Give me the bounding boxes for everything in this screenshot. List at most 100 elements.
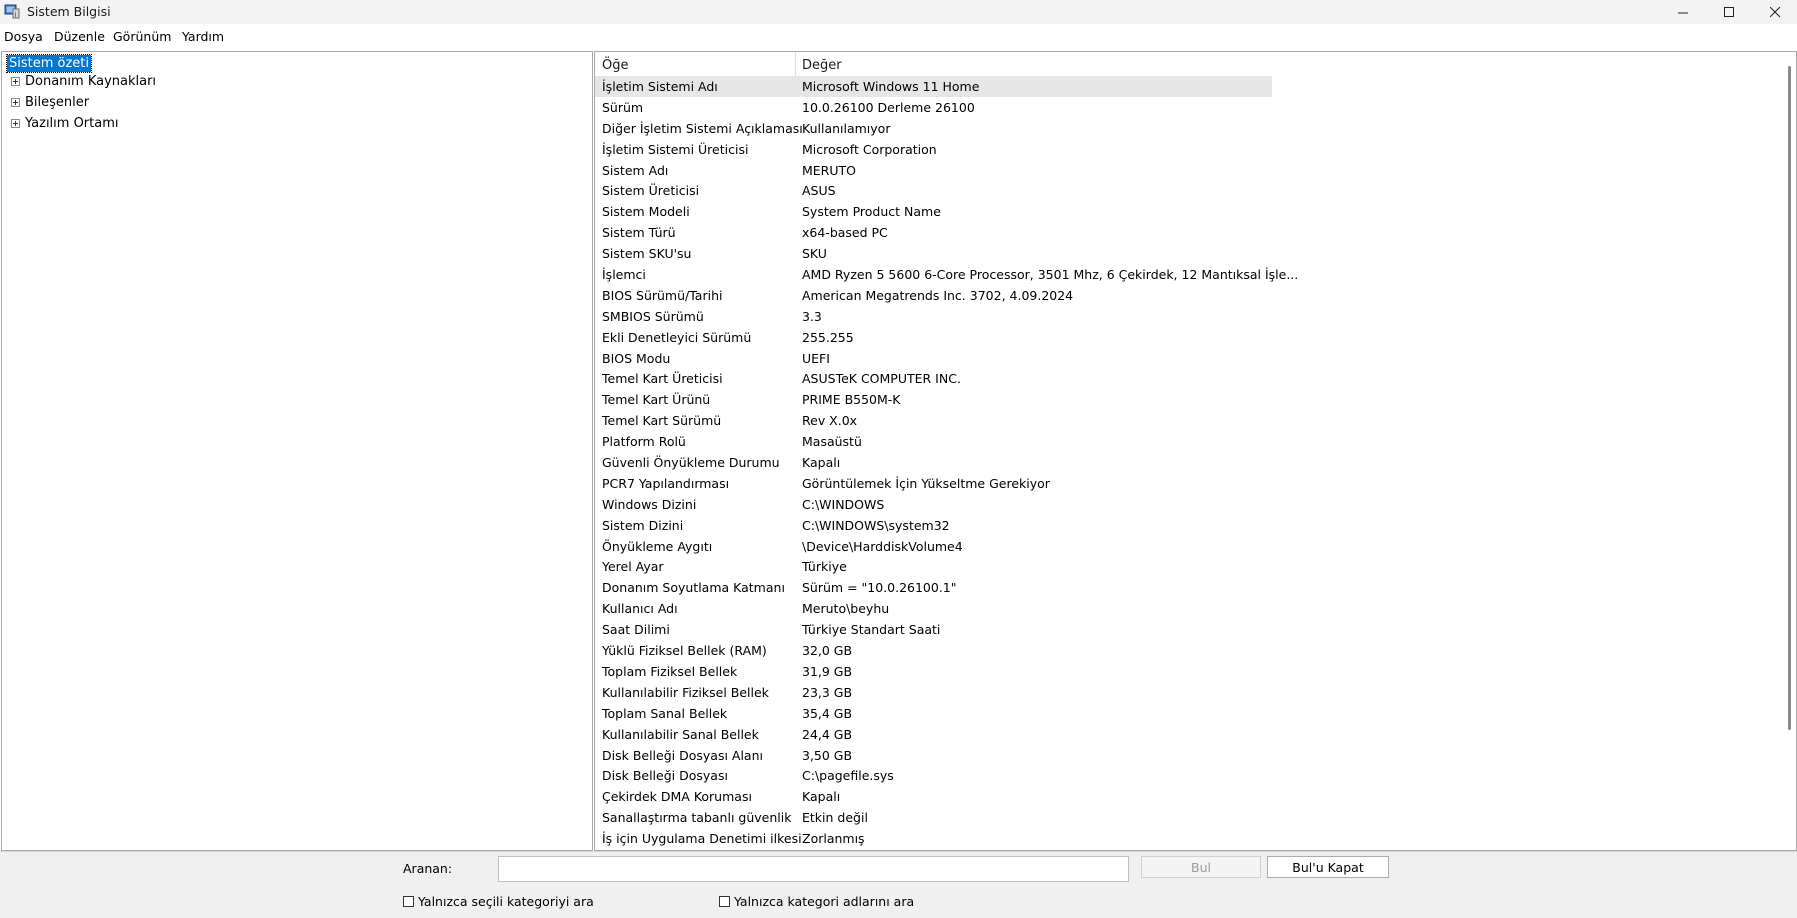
table-row[interactable]: Sanallaştırma tabanlı güvenlik Etkin deği… [595,807,1272,828]
list-header: Öğe Değer [595,52,1272,77]
table-row[interactable]: Disk Belleği Dosyası C:\pagefile.sys [595,765,1272,786]
table-row[interactable]: Temel Kart Üreticisi ASUSTeK COMPUTER INC… [595,368,1272,389]
menu-bar: Dosya Düzenle Görünüm Yardım [0,27,1797,47]
item-cell: İşletim Sistemi Adı [602,79,718,94]
value-cell: MERUTO [802,162,856,178]
item-cell: Sistem SKU'su [602,246,692,262]
item-cell: Toplam Fiziksel Bellek [602,663,738,679]
only-category-names-checkbox[interactable]: Yalnızca kategori adlarını ara [719,894,914,909]
menu-dosya[interactable]: Dosya [4,29,43,44]
table-row[interactable]: BIOS Modu UEFI [595,348,1272,369]
scrollbar-thumb[interactable] [1788,66,1791,730]
table-row[interactable]: Kullanılabilir Fiziksel Bellek 23,3 GB [595,682,1272,703]
value-cell: AMD Ryzen 5 5600 6-Core Processor, 3501 … [802,267,1299,283]
table-row[interactable]: Windows Dizini C:\WINDOWS [595,494,1272,515]
menu-yardim[interactable]: Yardım [182,29,224,44]
item-cell: Kullanılabilir Fiziksel Bellek [602,684,769,700]
table-row[interactable]: Önyükleme Aygıtı \Device\HarddiskVolume4 [595,536,1272,557]
close-button[interactable] [1752,0,1797,24]
table-row[interactable]: Sistem Modeli System Product Name [595,201,1272,222]
value-cell: System Product Name [802,204,941,220]
table-row[interactable]: Yerel Ayar Türkiye [595,556,1272,577]
search-input[interactable] [498,856,1129,882]
table-row[interactable]: Sistem Dizini C:\WINDOWS\system32 [595,515,1272,536]
value-cell: Rev X.0x [802,413,858,429]
value-cell: C:\WINDOWS\system32 [802,517,950,533]
item-cell: Temel Kart Sürümü [602,413,722,429]
table-row[interactable]: Temel Kart Sürümü Rev X.0x [595,410,1272,431]
tree-item-components[interactable]: Bileşenler [11,94,89,110]
menu-duzenle[interactable]: Düzenle [54,29,105,44]
value-cell: ASUSTeK COMPUTER INC. [802,371,961,387]
item-cell: Donanım Soyutlama Katmanı [602,580,785,596]
svg-text:i: i [15,11,17,19]
expand-icon[interactable] [11,118,20,128]
table-row[interactable]: Disk Belleği Dosyası Alanı 3,50 GB [595,745,1272,766]
table-row[interactable]: Saat Dilimi Türkiye Standart Saati [595,619,1272,640]
item-cell: İşletim Sistemi Üreticisi [602,141,749,157]
table-row[interactable]: Kullanılabilir Sanal Bellek 24,4 GB [595,724,1272,745]
tree-item-system-summary[interactable]: Sistem özeti [5,54,93,73]
table-row[interactable]: İşletim Sistemi Üreticisi Microsoft Corpo… [595,139,1272,160]
vertical-scrollbar[interactable] [1785,52,1795,850]
item-cell: Toplam Sanal Bellek [602,705,728,721]
table-row[interactable]: Platform Rolü Masaüstü [595,431,1272,452]
expand-icon[interactable] [11,97,20,107]
column-header-item[interactable]: Öğe [602,58,628,73]
checkbox-label: Yalnızca kategori adlarını ara [734,894,915,909]
item-cell: İşlemci [602,267,646,283]
details-list[interactable]: Öğe Değer İşletim Sistemi Adı Microsoft W… [594,51,1797,851]
value-cell: ASUS [802,183,836,199]
search-label: Aranan: [403,861,453,876]
table-row[interactable]: Kullanıcı Adı Meruto\beyhu [595,598,1272,619]
close-icon [1769,6,1780,17]
tree-item-hardware-resources[interactable]: Donanım Kaynakları [11,73,156,89]
only-selected-category-checkbox[interactable]: Yalnızca seçili kategoriyi ara [403,894,594,909]
value-cell: 3.3 [802,308,822,324]
value-cell: 24,4 GB [802,726,853,742]
table-row[interactable]: Çekirdek DMA Koruması Kapalı [595,786,1272,807]
value-cell: 32,0 GB [802,643,853,659]
close-find-button[interactable]: Bul'u Kapat [1267,856,1389,878]
expand-icon[interactable] [11,76,20,86]
item-cell: Disk Belleği Dosyası [602,768,728,784]
value-cell: Kapalı [802,789,841,805]
value-cell: Kullanılamıyor [802,120,891,136]
minimize-button[interactable] [1660,0,1706,24]
table-row[interactable]: Sistem Adı MERUTO [595,160,1272,181]
table-row[interactable]: Temel Kart Ürünü PRIME B550M-K [595,389,1272,410]
tree-item-label: Donanım Kaynakları [25,73,157,89]
table-row[interactable]: Donanım Soyutlama Katmanı Sürüm = "10.0.2… [595,577,1272,598]
item-cell: Sistem Üreticisi [602,183,700,199]
value-cell: American Megatrends Inc. 3702, 4.09.2024 [802,287,1074,303]
table-row[interactable]: Toplam Sanal Bellek 35,4 GB [595,703,1272,724]
table-row[interactable]: SMBIOS Sürümü 3.3 [595,306,1272,327]
table-row[interactable]: Yüklü Fiziksel Bellek (RAM) 32,0 GB [595,640,1272,661]
tree-item-software-environment[interactable]: Yazılım Ortamı [11,115,119,131]
table-row[interactable]: İş için Uygulama Denetimi ilkesi Zorlanmı… [595,828,1272,849]
checkbox-box[interactable] [719,896,730,907]
table-row[interactable]: İşletim Sistemi Adı Microsoft Windows 11 … [595,76,1272,97]
value-cell: Zorlanmış [802,831,865,847]
maximize-button[interactable] [1706,0,1752,24]
value-cell: Etkin değil [802,810,868,826]
table-row[interactable]: Güvenli Önyükleme Durumu Kapalı [595,452,1272,473]
column-divider[interactable] [795,52,796,76]
table-row[interactable]: PCR7 Yapılandırması Görüntülemek İçin Yük… [595,473,1272,494]
table-row[interactable]: Sistem SKU'su SKU [595,243,1272,264]
item-cell: Yerel Ayar [602,559,664,575]
table-row[interactable]: Sistem Türü x64-based PC [595,222,1272,243]
table-row[interactable]: Toplam Fiziksel Bellek 31,9 GB [595,661,1272,682]
table-row[interactable]: Diğer İşletim Sistemi Açıklaması Kullanıl… [595,118,1272,139]
find-button[interactable]: Bul [1141,856,1261,878]
table-row[interactable]: Ekli Denetleyici Sürümü 255.255 [595,327,1272,348]
menu-gorunum[interactable]: Görünüm [113,29,171,44]
table-row[interactable]: Sistem Üreticisi ASUS [595,180,1272,201]
category-tree[interactable]: Sistem özeti Donanım Kaynakları Bileşenl… [1,51,593,851]
table-row[interactable]: İşlemci AMD Ryzen 5 5600 6-Core Processor… [595,264,1298,285]
table-row[interactable]: Sürüm 10.0.26100 Derleme 26100 [595,97,1272,118]
table-row[interactable]: BIOS Sürümü/Tarihi American Megatrends In… [595,285,1272,306]
item-cell: Temel Kart Ürünü [602,392,711,408]
checkbox-box[interactable] [403,896,414,907]
column-header-value[interactable]: Değer [802,58,842,73]
